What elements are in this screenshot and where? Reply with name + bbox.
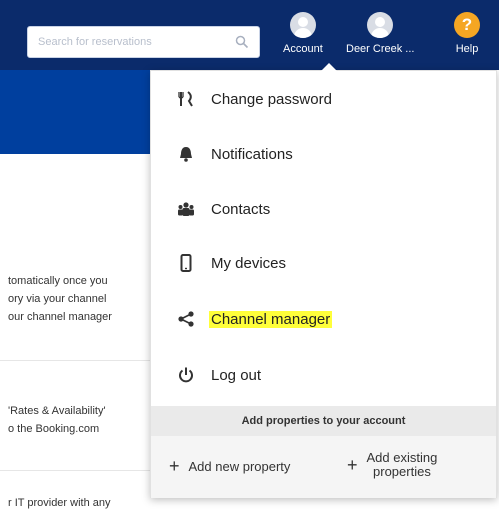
utensils-icon xyxy=(178,91,193,107)
add-properties-header: Add properties to your account xyxy=(151,406,496,436)
menu-item-label: My devices xyxy=(211,254,287,272)
add-new-property-button[interactable]: + Add new property xyxy=(169,456,290,477)
page: Account Deer Creek ... ? Help tomaticall… xyxy=(0,0,499,513)
account-avatar-icon xyxy=(289,12,316,38)
search-icon[interactable] xyxy=(235,35,249,49)
users-icon xyxy=(178,202,194,216)
account-dropdown-menu: Change password Notifications Contacts M… xyxy=(150,63,497,498)
menu-item-label: Contacts xyxy=(211,200,271,218)
add-existing-line-1: Add existing xyxy=(366,450,438,465)
menu-item-label: Notifications xyxy=(211,145,293,163)
top-navigation-bar: Account Deer Creek ... ? Help xyxy=(0,0,499,70)
menu-item-log-out[interactable]: Log out xyxy=(151,355,496,395)
divider xyxy=(0,470,160,471)
background-text: r IT provider with any xyxy=(8,497,111,509)
search-box xyxy=(27,26,260,58)
background-text: our channel manager xyxy=(8,311,112,323)
divider xyxy=(0,360,160,361)
background-text: ory via your channel xyxy=(8,293,107,305)
menu-item-channel-manager[interactable]: Channel manager xyxy=(151,299,496,339)
help-icon: ? xyxy=(454,12,480,38)
menu-item-notifications[interactable]: Notifications xyxy=(151,134,496,174)
menu-item-label: Log out xyxy=(211,366,262,384)
page-banner xyxy=(0,70,160,154)
menu-item-my-devices[interactable]: My devices xyxy=(151,243,496,283)
mobile-icon xyxy=(180,254,192,272)
account-label: Account xyxy=(283,43,323,55)
property-menu-button[interactable]: Deer Creek ... xyxy=(346,12,414,66)
menu-item-contacts[interactable]: Contacts xyxy=(151,189,496,229)
add-existing-properties-label: Add existing properties xyxy=(367,451,438,479)
plus-icon: + xyxy=(169,456,180,476)
account-menu-button[interactable]: Account xyxy=(283,12,323,66)
property-avatar-icon xyxy=(367,12,394,38)
help-label: Help xyxy=(455,43,479,55)
background-text: tomatically once you xyxy=(8,275,108,287)
plus-icon: + xyxy=(347,454,358,475)
menu-item-label: Channel manager xyxy=(209,310,333,328)
background-text: o the Booking.com xyxy=(8,423,100,435)
add-new-property-label: Add new property xyxy=(188,459,291,474)
share-icon xyxy=(178,311,194,327)
menu-item-label: Change password xyxy=(211,90,332,108)
add-existing-line-2: properties xyxy=(373,464,431,479)
add-properties-actions: + Add new property + Add existing proper… xyxy=(151,436,496,498)
power-icon xyxy=(179,367,193,383)
property-label: Deer Creek ... xyxy=(346,43,415,55)
search-input[interactable] xyxy=(28,27,218,57)
bell-icon xyxy=(180,147,192,162)
background-text: 'Rates & Availability' xyxy=(8,405,106,417)
add-existing-properties-button[interactable]: + Add existing properties xyxy=(347,451,437,479)
menu-item-change-password[interactable]: Change password xyxy=(151,79,496,119)
help-button[interactable]: ? Help xyxy=(454,12,480,66)
